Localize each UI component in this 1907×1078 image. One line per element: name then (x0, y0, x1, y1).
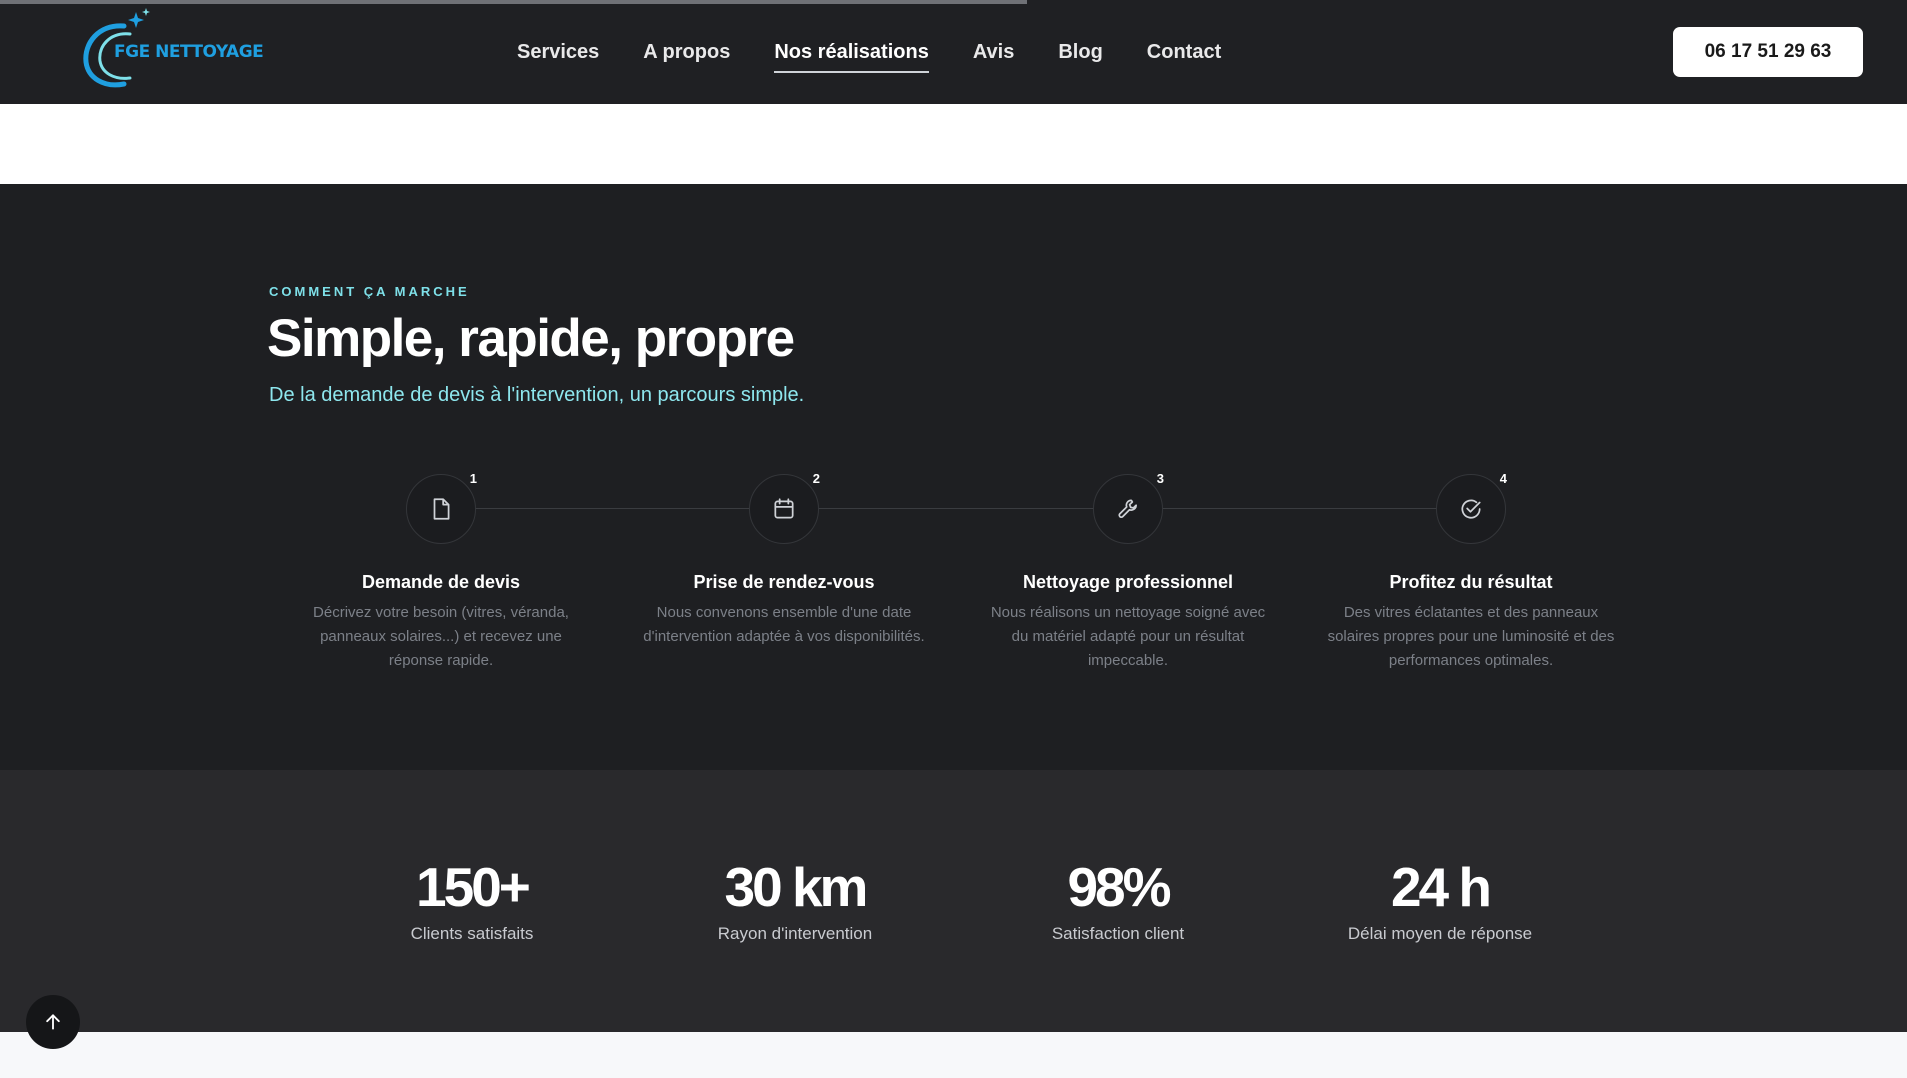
section-eyebrow: COMMENT ÇA MARCHE (269, 284, 470, 299)
stat-label: Rayon d'intervention (717, 924, 873, 943)
step-description: Des vitres éclatantes et des panneaux so… (1327, 604, 1615, 669)
nav-item-avis[interactable]: Avis (973, 38, 1015, 68)
document-icon (433, 498, 450, 520)
next-section (0, 1032, 1907, 1078)
nav-item-blog[interactable]: Blog (1058, 38, 1102, 68)
step-icon-circle: 3 (1093, 471, 1164, 544)
step-description: Décrivez votre besoin (vitres, véranda, … (313, 604, 569, 669)
logo[interactable]: FGE NETTOYAGE (78, 6, 278, 92)
step-item: 2 Prise de rendez-vous Nous convenons en… (629, 471, 939, 649)
calendar-icon (774, 498, 794, 519)
site-header: FGE NETTOYAGE Services A propos Nos réal… (0, 0, 1907, 104)
nav-item-contact[interactable]: Contact (1147, 38, 1221, 68)
stat-value: 30 km (724, 856, 869, 918)
how-it-works-section: COMMENT ÇA MARCHE Simple, rapide, propre… (0, 184, 1907, 770)
step-number: 1 (469, 471, 477, 486)
step-icon-circle: 1 (406, 471, 477, 544)
nav-item-a-propos[interactable]: A propos (643, 38, 730, 68)
nav-item-services[interactable]: Services (517, 38, 599, 68)
step-title: Nettoyage professionnel (1022, 572, 1234, 592)
step-number: 2 (812, 471, 820, 486)
stat-item: 98% Satisfaction client (968, 854, 1268, 944)
check-circle-icon (1461, 499, 1481, 519)
white-spacer (0, 104, 1907, 184)
stat-item: 30 km Rayon d'intervention (645, 854, 945, 944)
nav-item-nos-realisations[interactable]: Nos réalisations (774, 38, 929, 73)
steps-list: 1 Demande de devis Décrivez votre besoin… (0, 471, 1907, 674)
arrow-up-icon (46, 1014, 60, 1030)
stat-label: Satisfaction client (1051, 924, 1185, 943)
scroll-progress-bar (0, 0, 1027, 4)
stat-item: 24 h Délai moyen de réponse (1290, 854, 1590, 944)
step-item: 4 Profitez du résultat Des vitres éclata… (1316, 471, 1626, 673)
step-item: 3 Nettoyage professionnel Nous réalisons… (973, 471, 1283, 673)
step-item: 1 Demande de devis Décrivez votre besoin… (286, 471, 596, 673)
step-icon-circle: 2 (749, 471, 820, 544)
step-title: Prise de rendez-vous (693, 572, 875, 592)
step-title: Demande de devis (361, 572, 521, 592)
stat-value: 98% (1067, 856, 1171, 918)
stat-value: 24 h (1390, 856, 1492, 918)
phone-button[interactable]: 06 17 51 29 63 (1673, 27, 1863, 77)
stat-value: 150+ (416, 856, 531, 918)
stat-item: 150+ Clients satisfaits (322, 854, 622, 944)
step-title: Profitez du résultat (1389, 572, 1553, 592)
step-number: 3 (1156, 471, 1164, 486)
scroll-to-top-button[interactable] (26, 995, 80, 1049)
section-title: Simple, rapide, propre (267, 309, 795, 368)
step-description: Nous réalisons un nettoyage soigné avec … (990, 604, 1266, 669)
step-description: Nous convenons ensemble d'une date d'int… (643, 604, 925, 645)
step-number: 4 (1499, 471, 1507, 486)
stat-label: Délai moyen de réponse (1347, 924, 1533, 943)
stat-label: Clients satisfaits (410, 924, 534, 943)
main-nav: Services A propos Nos réalisations Avis … (517, 38, 1221, 73)
step-icon-circle: 4 (1436, 471, 1507, 544)
section-subtitle: De la demande de devis à l'intervention,… (269, 384, 805, 406)
stats-section: 150+ Clients satisfaits 30 km Rayon d'in… (0, 770, 1907, 1032)
logo-text: FGE NETTOYAGE (114, 42, 264, 62)
wrench-icon (1118, 499, 1137, 518)
